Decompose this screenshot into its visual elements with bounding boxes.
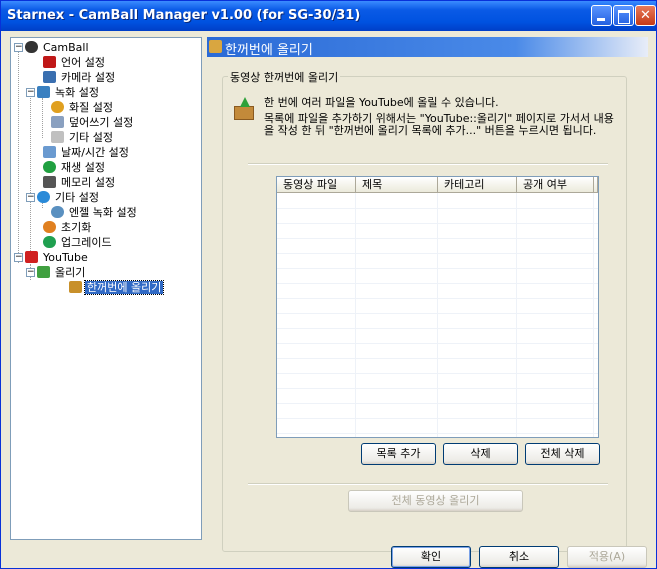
grid-column-line xyxy=(516,193,517,437)
tree-item-overwrite[interactable]: 덮어쓰기 설정 xyxy=(51,115,135,130)
tree-item-upload[interactable]: 올리기 xyxy=(37,265,87,280)
camera-icon xyxy=(43,71,56,83)
upload-list[interactable]: 동영상 파일 제목 카테고리 공개 여부 xyxy=(276,176,599,438)
divider xyxy=(248,483,608,485)
upload-all-button[interactable]: 전체 동영상 올리기 xyxy=(348,490,523,512)
camera-ball-icon xyxy=(25,41,38,53)
list-row xyxy=(277,328,598,329)
tree-item-upgrade[interactable]: 업그레이드 xyxy=(43,235,114,250)
play-icon xyxy=(43,161,56,173)
list-row xyxy=(277,418,598,419)
misc-icon xyxy=(51,131,64,143)
minimize-icon xyxy=(592,6,611,25)
list-row xyxy=(277,298,598,299)
youtube-icon xyxy=(25,251,38,263)
tree-line xyxy=(42,98,43,138)
column-category[interactable]: 카테고리 xyxy=(438,177,517,193)
datetime-icon xyxy=(43,146,56,158)
tree-item-memory[interactable]: 메모리 설정 xyxy=(43,175,117,190)
column-video-file[interactable]: 동영상 파일 xyxy=(277,177,356,193)
tree-line xyxy=(30,94,31,265)
close-button[interactable]: ✕ xyxy=(635,5,656,26)
quality-icon xyxy=(51,101,64,113)
close-icon: ✕ xyxy=(640,8,651,23)
collapse-toggle[interactable]: − xyxy=(26,268,35,277)
grid-column-line xyxy=(437,193,438,437)
tree-item-reset[interactable]: 초기화 xyxy=(43,220,93,235)
tree-item-misc-record[interactable]: 기타 설정 xyxy=(51,130,115,145)
content-panel: 한꺼번에 올리기 동영상 한꺼번에 올리기 한 번에 여러 파일을 YouTub… xyxy=(207,37,648,552)
list-header: 동영상 파일 제목 카테고리 공개 여부 xyxy=(277,177,598,193)
maximize-button[interactable] xyxy=(613,5,634,26)
language-icon xyxy=(43,56,56,68)
column-filler xyxy=(594,177,598,193)
list-row xyxy=(277,208,598,209)
divider xyxy=(248,163,608,165)
column-visibility[interactable]: 공개 여부 xyxy=(517,177,594,193)
maximize-icon xyxy=(614,6,633,25)
tree-item-record[interactable]: 녹화 설정 xyxy=(37,85,101,100)
delete-all-button[interactable]: 전체 삭제 xyxy=(525,443,600,465)
batch-upload-icon xyxy=(209,40,222,53)
title-bar[interactable]: Starnex - CamBall Manager v1.00 (for SG-… xyxy=(1,1,656,31)
tree-item-batch-upload[interactable]: 한꺼번에 올리기 xyxy=(69,280,165,295)
overwrite-icon xyxy=(51,116,64,128)
tree-item-quality[interactable]: 화질 설정 xyxy=(51,100,115,115)
collapse-toggle[interactable]: − xyxy=(14,253,23,262)
settings-tree[interactable]: − − − − − CamBall 언어 설정 카메라 설정 녹화 설정 화질 … xyxy=(10,37,202,540)
group-title: 동영상 한꺼번에 올리기 xyxy=(228,69,341,85)
collapse-toggle[interactable]: − xyxy=(26,193,35,202)
list-row xyxy=(277,373,598,374)
ok-button[interactable]: 확인 xyxy=(391,546,471,568)
instruction-text: 목록에 파일을 추가하기 위해서는 "YouTube::올리기" 페이지로 가서… xyxy=(264,112,614,137)
column-title[interactable]: 제목 xyxy=(356,177,438,193)
collapse-toggle[interactable]: − xyxy=(26,88,35,97)
list-row xyxy=(277,388,598,389)
clock-icon xyxy=(51,206,64,218)
window-title: Starnex - CamBall Manager v1.00 (for SG-… xyxy=(7,8,361,23)
list-row xyxy=(277,343,598,344)
tree-item-misc[interactable]: 기타 설정 xyxy=(37,190,101,205)
batch-upload-icon xyxy=(69,281,82,293)
info-text: 한 번에 여러 파일을 YouTube에 올릴 수 있습니다. xyxy=(264,96,499,109)
list-row xyxy=(277,433,598,434)
page-title: 한꺼번에 올리기 xyxy=(225,43,313,58)
main-window: Starnex - CamBall Manager v1.00 (for SG-… xyxy=(0,0,657,569)
cancel-button[interactable]: 취소 xyxy=(479,546,559,568)
collapse-toggle[interactable]: − xyxy=(14,43,23,52)
tree-item-youtube[interactable]: YouTube xyxy=(25,250,90,265)
upload-icon xyxy=(37,266,50,278)
list-row xyxy=(277,313,598,314)
grid-column-line xyxy=(355,193,356,437)
tree-line xyxy=(18,47,19,263)
minimize-button[interactable] xyxy=(591,5,612,26)
box-upload-icon xyxy=(232,97,256,121)
tree-item-camera[interactable]: 카메라 설정 xyxy=(43,70,117,85)
tree-item-playback[interactable]: 재생 설정 xyxy=(43,160,107,175)
upgrade-icon xyxy=(43,236,56,248)
delete-button[interactable]: 삭제 xyxy=(443,443,518,465)
list-row xyxy=(277,238,598,239)
tree-item-angel-record[interactable]: 엔젤 녹화 설정 xyxy=(51,205,139,220)
list-row xyxy=(277,268,598,269)
tree-item-datetime[interactable]: 날짜/시간 설정 xyxy=(43,145,131,160)
list-row xyxy=(277,253,598,254)
grid-column-line xyxy=(593,193,594,437)
tree-item-camball[interactable]: CamBall xyxy=(25,40,91,55)
panel-header: 한꺼번에 올리기 xyxy=(207,37,648,58)
list-row xyxy=(277,358,598,359)
list-row xyxy=(277,283,598,284)
add-list-button[interactable]: 목록 추가 xyxy=(361,443,436,465)
record-icon xyxy=(37,86,50,98)
settings-icon xyxy=(37,191,50,203)
apply-button[interactable]: 적용(A) xyxy=(567,546,647,568)
reset-icon xyxy=(43,221,56,233)
list-row xyxy=(277,223,598,224)
list-row xyxy=(277,403,598,404)
memory-icon xyxy=(43,176,56,188)
tree-item-language[interactable]: 언어 설정 xyxy=(43,55,107,70)
